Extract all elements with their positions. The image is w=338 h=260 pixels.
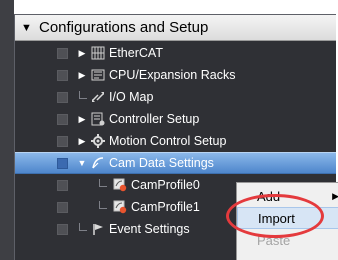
configurations-header[interactable]: ▼ Configurations and Setup [15,15,336,41]
tree-item-controller-setup[interactable]: ▶ Controller Setup [15,108,336,130]
tree-item-label: Motion Control Setup [109,134,227,148]
item-checkbox[interactable] [57,157,68,169]
tree-item-label: Cam Data Settings [109,156,214,170]
tree-item-ethercat[interactable]: ▶ EtherCAT [15,42,336,64]
tree-connector-line [99,179,107,187]
collapse-arrow-icon[interactable]: ▼ [77,158,87,168]
cam-profile-icon [113,200,127,214]
configurations-title: Configurations and Setup [39,19,209,36]
item-checkbox[interactable] [57,69,68,81]
cam-data-icon [91,156,105,170]
item-checkbox[interactable] [57,91,68,103]
submenu-arrow-icon: ▶ [332,190,338,201]
tree-item-label: I/O Map [109,90,154,104]
item-checkbox[interactable] [57,179,68,191]
expand-arrow-icon[interactable]: ▶ [77,48,87,59]
controller-setup-icon [91,112,105,126]
menu-item-import-label: Import [258,210,295,226]
cam-profile-icon [113,178,127,192]
menu-item-import[interactable]: Import [237,207,338,229]
item-checkbox[interactable] [57,223,68,235]
menu-item-paste-label: Paste [257,232,291,248]
menu-item-add[interactable]: Add ▶ [237,185,338,207]
motion-control-icon [91,134,105,148]
context-menu: Add ▶ Import Paste [236,182,338,260]
expand-arrow-icon[interactable]: ▶ [77,70,87,81]
tree-item-io-map[interactable]: I/O Map [15,86,336,108]
tree-connector-line [79,223,87,231]
left-background-strip [0,0,14,260]
tree-item-motion-control-setup[interactable]: ▶ Motion Control Setup [15,130,336,152]
event-settings-icon [91,222,105,236]
ethercat-icon [91,46,105,60]
tree-item-label: CPU/Expansion Racks [109,68,236,82]
tree-connector-line [99,201,107,209]
tree-item-cpu-expansion-racks[interactable]: ▶ CPU/Expansion Racks [15,64,336,86]
item-checkbox[interactable] [57,113,68,125]
tree-item-label: CamProfile0 [131,178,200,192]
tree-item-label: Event Settings [109,222,190,236]
expand-arrow-icon[interactable]: ▶ [77,136,87,147]
cpu-racks-icon [91,68,105,82]
screenshot-stage: ▼ Configurations and Setup ▶ EtherCAT ▶ … [0,0,338,260]
menu-item-add-label: Add [257,188,281,204]
tree-connector-line [79,91,87,99]
collapse-triangle-icon[interactable]: ▼ [21,22,35,34]
tree-item-label: Controller Setup [109,112,200,126]
item-checkbox[interactable] [57,201,68,213]
tree-item-label: CamProfile1 [131,200,200,214]
io-map-icon [91,90,105,104]
tree-item-cam-data-settings[interactable]: ▼ Cam Data Settings [15,152,336,174]
item-checkbox[interactable] [57,47,68,59]
tree-item-label: EtherCAT [109,46,163,60]
expand-arrow-icon[interactable]: ▶ [77,114,87,125]
menu-item-paste[interactable]: Paste [237,229,338,251]
item-checkbox[interactable] [57,135,68,147]
